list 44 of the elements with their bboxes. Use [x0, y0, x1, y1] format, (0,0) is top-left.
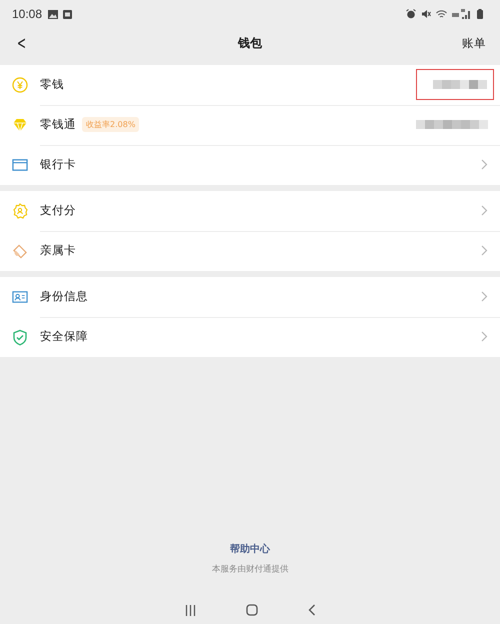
wallet-row[interactable]: 银行卡 [0, 145, 500, 185]
back-nav-button[interactable] [308, 604, 316, 616]
chevron-icon [481, 205, 488, 216]
wallet-row[interactable]: 零钱通 收益率2.08% [0, 105, 500, 145]
shield-icon [12, 328, 28, 346]
signal-icon [452, 9, 472, 19]
home-button[interactable] [246, 604, 258, 616]
wallet-row[interactable]: 安全保障 [0, 317, 500, 357]
row-label: 亲属卡 [40, 243, 76, 258]
recent-apps-button[interactable] [184, 604, 196, 616]
chevron-icon [481, 159, 488, 170]
diamond-icon [12, 117, 28, 133]
row-label: 支付分 [40, 203, 76, 218]
row-label: 身份信息 [40, 289, 88, 304]
provider-note: 本服务由财付通提供 [212, 564, 288, 575]
chevron-icon [481, 245, 488, 256]
yield-badge: 收益率2.08% [82, 117, 140, 132]
wifi-icon [436, 10, 447, 18]
row-label: 零钱 [40, 77, 64, 92]
row-label: 零钱通 [40, 117, 76, 132]
wallet-row[interactable]: 亲属卡 [0, 231, 500, 271]
row-label: 安全保障 [40, 329, 88, 344]
id-card-icon [12, 290, 28, 304]
card-icon [12, 158, 28, 172]
row-label: 银行卡 [40, 157, 76, 172]
image-icon [48, 10, 58, 18]
wallet-row[interactable]: 支付分 [0, 191, 500, 231]
wallet-row[interactable]: 身份信息 [0, 277, 500, 317]
badge-icon [12, 203, 28, 219]
chevron-icon [481, 291, 488, 302]
chevron-icon [481, 331, 488, 342]
page-title: 钱包 [238, 36, 262, 50]
wallet-row[interactable]: 零钱 [0, 65, 500, 105]
help-center-link[interactable]: 帮助中心 [230, 542, 270, 556]
battery-icon [477, 9, 483, 19]
card-heart-icon [12, 242, 28, 260]
coin-icon [12, 77, 28, 93]
app-notification-icon [63, 10, 72, 18]
bills-button[interactable]: 账单 [462, 36, 486, 50]
alarm-icon [406, 9, 416, 19]
mute-icon [421, 9, 431, 19]
blurred-amount [433, 80, 487, 89]
clock-time: 10:08 [12, 7, 42, 21]
back-button[interactable]: < [17, 32, 26, 54]
